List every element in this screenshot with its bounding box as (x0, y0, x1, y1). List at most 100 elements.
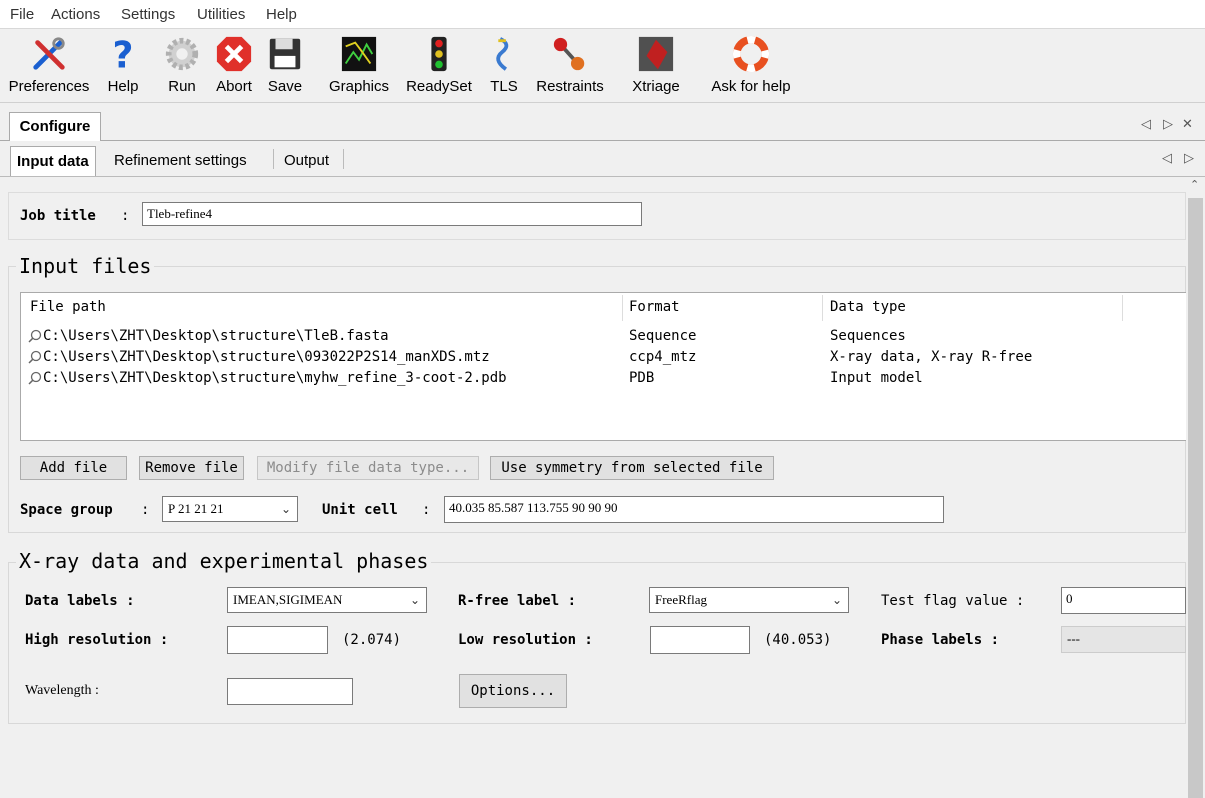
menu-utilities[interactable]: Utilities (197, 6, 245, 23)
job-title-label: Job title (20, 208, 96, 224)
readyset-label: ReadySet (406, 78, 472, 95)
molecule-graphics-icon (341, 36, 377, 72)
tls-helix-icon (496, 37, 509, 71)
restraints-button[interactable]: Restraints (532, 29, 608, 102)
tab-output[interactable]: Output (284, 146, 329, 175)
data-labels-select[interactable]: IMEAN,SIGIMEAN ⌄ (227, 587, 427, 613)
column-divider (822, 295, 823, 321)
svg-text:?: ? (113, 35, 134, 73)
file-format-cell: PDB (629, 370, 655, 386)
column-header-format[interactable]: Format (629, 299, 680, 315)
column-divider (622, 295, 623, 321)
low-resolution-input[interactable] (650, 626, 750, 654)
restraints-molecule-icon (553, 37, 585, 71)
job-title-colon: : (121, 208, 130, 224)
use-symmetry-button[interactable]: Use symmetry from selected file (490, 456, 774, 480)
scroll-left-icon[interactable]: ◁ (1141, 117, 1151, 132)
subtab-scroll-left-icon[interactable]: ◁ (1162, 151, 1172, 166)
rfree-label-select[interactable]: FreeRflag ⌄ (649, 587, 849, 613)
abort-label: Abort (216, 78, 252, 95)
ask-for-help-label: Ask for help (711, 78, 791, 95)
xtriage-button[interactable]: Xtriage (625, 29, 687, 102)
xtriage-crystal-icon (638, 36, 674, 72)
wavelength-label: Wavelength : (25, 683, 99, 698)
phase-labels-label: Phase labels : (881, 632, 1000, 648)
gear-icon (165, 37, 199, 71)
file-type-cell: Sequences (830, 328, 906, 344)
help-button[interactable]: ? Help (102, 29, 144, 102)
input-data-panel: Job title : Tleb-refine4 Input files Fil… (8, 178, 1188, 724)
space-group-select[interactable]: P 21 21 21 ⌄ (162, 496, 298, 522)
top-tab-bar: Configure ◁ ▷ ✕ (0, 110, 1205, 141)
scroll-up-icon[interactable]: ⌃ (1190, 178, 1199, 191)
menu-settings[interactable]: Settings (121, 6, 175, 23)
wavelength-input[interactable] (227, 678, 353, 705)
file-format-cell: ccp4_mtz (629, 349, 697, 365)
add-file-button[interactable]: Add file (20, 456, 127, 480)
file-path-cell: C:\Users\ZHT\Desktop\structure\TleB.fast… (43, 328, 389, 344)
help-label: Help (107, 78, 139, 95)
menu-file[interactable]: File (10, 6, 34, 23)
unit-cell-colon: : (422, 502, 431, 518)
space-group-value: P 21 21 21 (168, 501, 224, 516)
low-resolution-hint: (40.053) (764, 632, 832, 648)
ask-for-help-button[interactable]: Ask for help (700, 29, 802, 102)
run-label: Run (168, 78, 196, 95)
file-table: File path Format Data type C:\Users\ZHT\… (20, 292, 1188, 441)
wrench-screwdriver-icon (33, 37, 65, 70)
scrollbar-thumb[interactable] (1188, 198, 1203, 798)
unit-cell-input[interactable]: 40.035 85.587 113.755 90 90 90 (444, 496, 944, 523)
unit-cell-label: Unit cell (322, 502, 398, 518)
file-path-cell: C:\Users\ZHT\Desktop\structure\myhw_refi… (43, 370, 507, 386)
tls-label: TLS (490, 78, 518, 95)
preferences-button[interactable]: Preferences (4, 29, 94, 102)
column-header-type[interactable]: Data type (830, 299, 906, 315)
magnifier-icon[interactable] (28, 350, 42, 364)
floppy-disk-icon (269, 38, 301, 70)
file-type-cell: X-ray data, X-ray R-free (830, 349, 1033, 365)
magnifier-icon[interactable] (28, 371, 42, 385)
scroll-right-icon[interactable]: ▷ (1163, 117, 1173, 132)
table-row[interactable]: C:\Users\ZHT\Desktop\structure\093022P2S… (21, 347, 1185, 368)
save-label: Save (267, 78, 303, 95)
tab-divider (273, 149, 274, 169)
menu-help[interactable]: Help (266, 6, 297, 23)
subtab-scroll-right-icon[interactable]: ▷ (1184, 151, 1194, 166)
job-title-input[interactable]: Tleb-refine4 (142, 202, 642, 226)
graphics-button[interactable]: Graphics (325, 29, 393, 102)
traffic-light-icon (431, 36, 447, 72)
file-type-cell: Input model (830, 370, 923, 386)
high-resolution-hint: (2.074) (342, 632, 402, 648)
chevron-down-icon: ⌄ (409, 593, 420, 607)
xtriage-label: Xtriage (632, 78, 680, 95)
data-labels-label: Data labels : (25, 593, 135, 609)
table-row[interactable]: C:\Users\ZHT\Desktop\structure\myhw_refi… (21, 368, 1185, 389)
abort-button[interactable]: Abort (211, 29, 257, 102)
tab-refinement-settings[interactable]: Refinement settings (114, 146, 247, 175)
vertical-scrollbar[interactable]: ⌃ (1186, 178, 1205, 798)
readyset-button[interactable]: ReadySet (402, 29, 476, 102)
run-button[interactable]: Run (162, 29, 202, 102)
high-resolution-input[interactable] (227, 626, 328, 654)
menu-actions[interactable]: Actions (51, 6, 100, 23)
tab-input-data[interactable]: Input data (10, 146, 96, 176)
column-header-path[interactable]: File path (30, 299, 106, 315)
remove-file-button[interactable]: Remove file (139, 456, 244, 480)
magnifier-icon[interactable] (28, 329, 42, 343)
options-button[interactable]: Options... (459, 674, 567, 708)
save-button[interactable]: Save (265, 29, 305, 102)
low-resolution-label: Low resolution : (458, 632, 593, 648)
rfree-label-value: FreeRflag (655, 592, 707, 607)
space-group-label: Space group (20, 502, 113, 518)
table-row[interactable]: C:\Users\ZHT\Desktop\structure\TleB.fast… (21, 326, 1185, 347)
test-flag-input[interactable]: 0 (1061, 587, 1186, 614)
tab-configure[interactable]: Configure (9, 112, 101, 141)
chevron-down-icon: ⌄ (831, 593, 842, 607)
tab-divider (343, 149, 344, 169)
tls-button[interactable]: TLS (486, 29, 522, 102)
question-mark-icon: ? (113, 35, 134, 73)
space-group-colon: : (141, 502, 150, 518)
modify-file-data-type-button[interactable]: Modify file data type... (257, 456, 479, 480)
phase-labels-select[interactable]: --- (1061, 626, 1186, 653)
close-tab-icon[interactable]: ✕ (1182, 117, 1193, 132)
